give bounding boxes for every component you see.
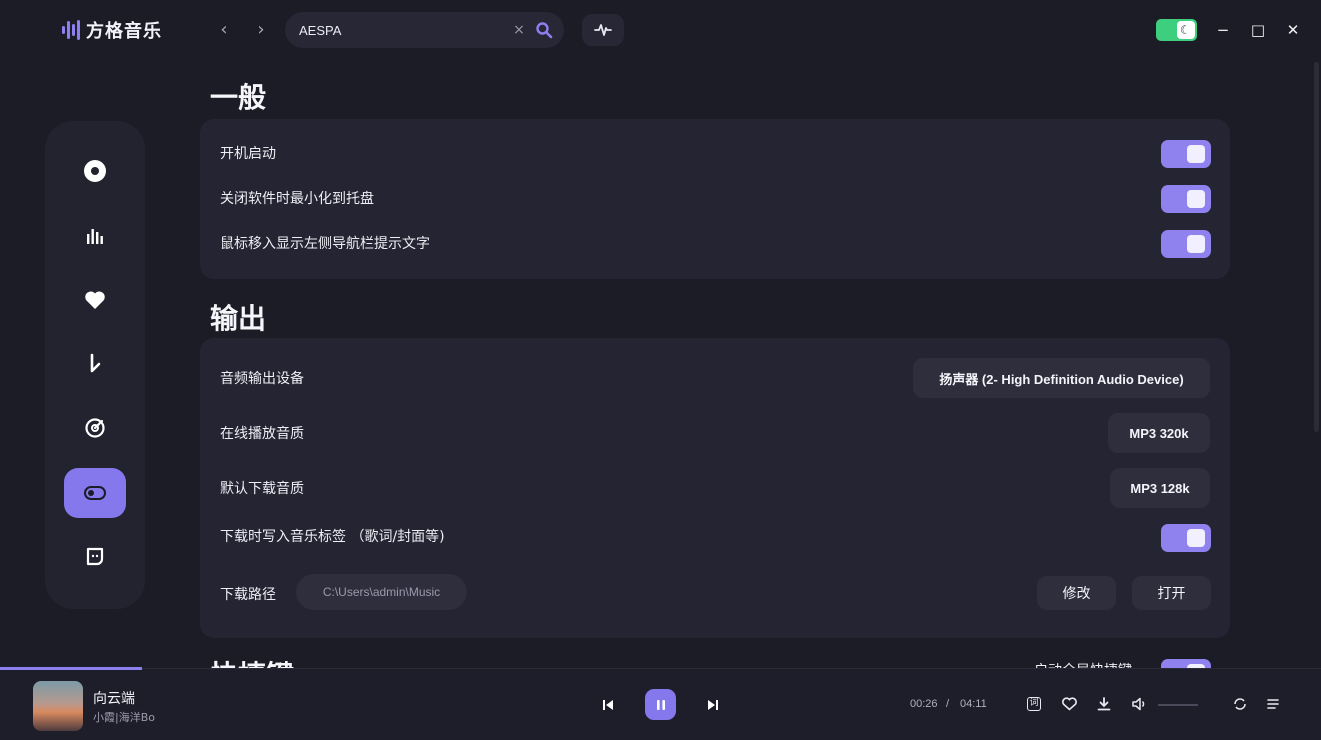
waveform-button[interactable]: [582, 14, 624, 46]
setting-label: 在线播放音质: [220, 426, 304, 442]
player-bar: 向云端 小霞|海洋Bo 00:26 / 04:11 词: [0, 667, 1321, 740]
time-separator: /: [946, 698, 950, 710]
forward-arrow-icon[interactable]: ›: [251, 18, 271, 42]
back-arrow-icon[interactable]: ‹: [214, 18, 234, 42]
download-icon: [90, 353, 101, 373]
sidebar-item-settings[interactable]: [64, 468, 126, 518]
setting-label: 启动全局快捷键: [1034, 660, 1132, 668]
radar-icon: [85, 418, 105, 438]
close-button[interactable]: ✕: [1281, 18, 1305, 42]
album-cover[interactable]: [33, 681, 83, 731]
sidebar-item-favorites[interactable]: [64, 275, 126, 325]
search-input[interactable]: [299, 20, 499, 40]
disc-icon: [84, 160, 106, 182]
toggle-settings-icon: [84, 486, 106, 500]
download-song-button[interactable]: [1095, 695, 1113, 713]
global-shortcut-toggle[interactable]: [1161, 659, 1211, 668]
search-icon[interactable]: [535, 21, 553, 39]
output-card: 音频输出设备 扬声器 (2- High Definition Audio Dev…: [200, 338, 1230, 638]
section-title-shortcuts: 快捷键: [210, 654, 294, 668]
online-quality-select[interactable]: MP3 320k: [1108, 413, 1210, 453]
scrollbar[interactable]: [1314, 62, 1319, 432]
title-bar: 方格音乐 ‹ › × ☾ − □ ✕: [0, 0, 1321, 60]
current-time: 00:26: [910, 698, 938, 710]
sidebar-item-downloads[interactable]: [64, 339, 126, 389]
repeat-icon: [1234, 698, 1246, 710]
app-name: 方格音乐: [86, 21, 162, 42]
download-arrow-icon: [1097, 697, 1111, 711]
theme-toggle[interactable]: ☾: [1156, 19, 1197, 41]
sidebar-item-radar[interactable]: [64, 403, 126, 453]
sidebar-tips-toggle[interactable]: [1161, 230, 1211, 258]
download-quality-select[interactable]: MP3 128k: [1110, 468, 1210, 508]
volume-slider[interactable]: [1158, 704, 1198, 706]
heart-icon: [85, 291, 105, 309]
logo-icon: [62, 19, 80, 41]
previous-icon: [603, 700, 613, 710]
song-title[interactable]: 向云端: [93, 688, 135, 708]
volume-icon: [1131, 697, 1144, 711]
song-artist[interactable]: 小霞|海洋Bo: [93, 709, 155, 725]
setting-label: 下载路径: [220, 587, 276, 603]
playlist-icon: [1267, 699, 1279, 709]
autostart-toggle[interactable]: [1161, 140, 1211, 168]
pause-icon: [656, 699, 665, 710]
setting-label: 鼠标移入显示左侧导航栏提示文字: [220, 236, 430, 252]
minimize-to-tray-toggle[interactable]: [1161, 185, 1211, 213]
lyrics-button[interactable]: 词: [1025, 695, 1043, 713]
chart-bars-icon: [87, 229, 103, 244]
section-title-output: 输出: [210, 302, 267, 335]
setting-label: 关闭软件时最小化到托盘: [220, 191, 374, 207]
general-card: 开机启动 关闭软件时最小化到托盘 鼠标移入显示左侧导航栏提示文字: [200, 119, 1230, 279]
sidebar-item-discover[interactable]: [64, 146, 126, 196]
favorite-button[interactable]: [1060, 695, 1078, 713]
sidebar-item-charts[interactable]: [64, 211, 126, 261]
setting-label: 开机启动: [220, 146, 276, 162]
waveform-icon: [594, 24, 612, 36]
maximize-button[interactable]: □: [1246, 18, 1270, 42]
setting-label: 默认下载音质: [220, 481, 304, 497]
audio-device-select[interactable]: 扬声器 (2- High Definition Audio Device): [913, 358, 1210, 398]
modify-path-button[interactable]: 修改: [1037, 576, 1116, 610]
clear-search-icon[interactable]: ×: [512, 20, 526, 40]
setting-label: 音频输出设备: [220, 371, 304, 387]
playback-progress[interactable]: [0, 667, 142, 670]
sidebar: [45, 121, 145, 609]
volume-button[interactable]: [1130, 695, 1148, 713]
heart-outline-icon: [1061, 697, 1077, 711]
section-title-general: 一般: [210, 81, 267, 114]
next-track-button[interactable]: [705, 697, 721, 713]
setting-label: 下载时写入音乐标签 （歌词/封面等): [220, 529, 445, 545]
chat-icon: [86, 547, 104, 566]
playlist-button[interactable]: [1265, 695, 1283, 713]
lyrics-icon: 词: [1027, 697, 1041, 711]
download-path-field[interactable]: C:\Users\admin\Music: [296, 574, 467, 610]
open-path-button[interactable]: 打开: [1132, 576, 1211, 610]
repeat-button[interactable]: [1231, 695, 1249, 713]
write-tags-toggle[interactable]: [1161, 524, 1211, 552]
moon-icon: ☾: [1177, 21, 1195, 39]
previous-track-button[interactable]: [600, 697, 616, 713]
pause-button[interactable]: [645, 689, 676, 720]
next-icon: [708, 700, 718, 710]
app-logo: 方格音乐: [62, 17, 162, 43]
minimize-button[interactable]: −: [1211, 18, 1235, 42]
sidebar-item-feedback[interactable]: [64, 531, 126, 581]
total-time: 04:11: [960, 698, 987, 710]
search-box: ×: [285, 12, 564, 48]
settings-content: 一般 开机启动 关闭软件时最小化到托盘 鼠标移入显示左侧导航栏提示文字 输出 音…: [200, 60, 1310, 668]
